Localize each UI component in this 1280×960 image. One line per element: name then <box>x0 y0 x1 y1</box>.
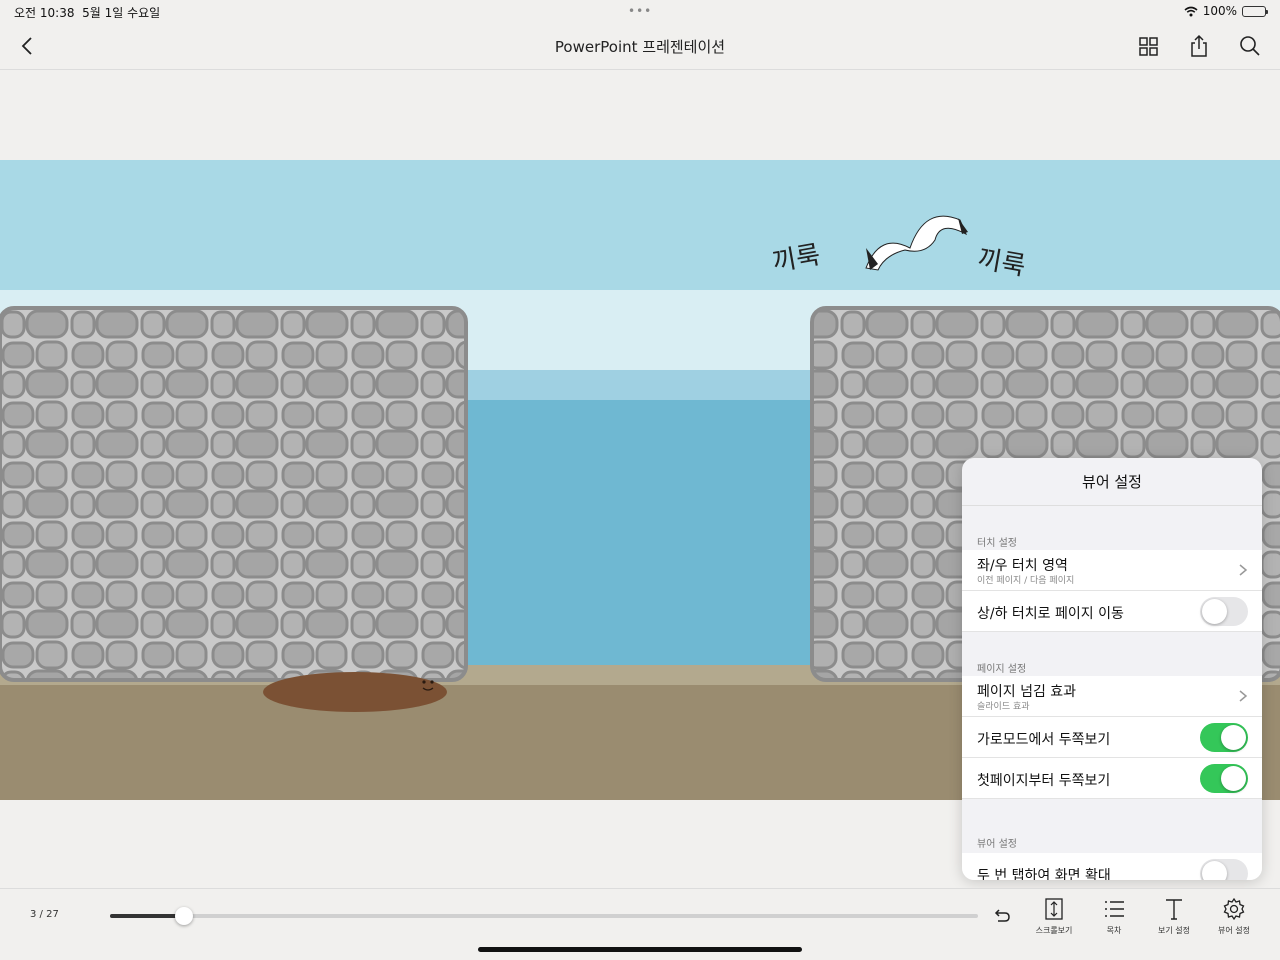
status-bar: 오전 10:38 5월 1일 수요일 ••• 100% <box>0 0 1280 22</box>
row-label: 상/하 터치로 페이지 이동 <box>977 606 1124 622</box>
row-label: 두 번 탭하여 화면 확대 <box>977 868 1111 880</box>
section-header-touch: 터치 설정 <box>977 538 1017 549</box>
row-left-right-touch-area[interactable]: 좌/우 터치 영역 이전 페이지 / 다음 페이지 <box>962 550 1262 591</box>
gear-icon <box>1223 897 1245 921</box>
popover-title: 뷰어 설정 <box>962 458 1262 506</box>
chevron-right-icon <box>1239 690 1248 702</box>
page-slider-track[interactable] <box>110 914 978 918</box>
home-indicator[interactable] <box>478 947 802 952</box>
viewer-settings-popover: 뷰어 설정 터치 설정 좌/우 터치 영역 이전 페이지 / 다음 페이지 상/… <box>962 458 1262 880</box>
nav-bar: PowerPoint 프레젠테이션 <box>0 22 1280 70</box>
tool-label: 뷰어 설정 <box>1218 926 1250 935</box>
text-icon <box>1166 899 1182 920</box>
toggle-first-page-two-page[interactable] <box>1200 764 1248 793</box>
row-updown-touch-page: 상/하 터치로 페이지 이동 <box>962 591 1262 632</box>
section-header-page: 페이지 설정 <box>977 664 1027 675</box>
undo-icon[interactable] <box>990 905 1012 927</box>
tool-viewer-settings[interactable]: 뷰어 설정 <box>1204 897 1264 936</box>
tool-view-settings[interactable]: 보기 설정 <box>1144 897 1204 936</box>
share-icon[interactable] <box>1185 32 1213 60</box>
scroll-view-icon <box>1045 898 1063 920</box>
multitasking-dots[interactable]: ••• <box>628 4 652 18</box>
row-label: 좌/우 터치 영역 <box>977 558 1068 574</box>
toggle-updown-touch[interactable] <box>1200 597 1248 626</box>
row-double-tap-zoom: 두 번 탭하여 화면 확대 <box>962 853 1262 880</box>
chevron-right-icon <box>1239 564 1248 576</box>
document-title: PowerPoint 프레젠테이션 <box>554 38 726 56</box>
row-label: 가로모드에서 두쪽보기 <box>977 732 1111 748</box>
row-first-page-two-page: 첫페이지부터 두쪽보기 <box>962 758 1262 799</box>
tool-scroll-view[interactable]: 스크롤보기 <box>1024 897 1084 936</box>
row-sublabel: 이전 페이지 / 다음 페이지 <box>977 576 1075 586</box>
page-indicator: 3 / 27 <box>30 909 59 920</box>
row-label: 페이지 넘김 효과 <box>977 684 1077 700</box>
toggle-double-tap-zoom[interactable] <box>1200 859 1248 880</box>
bottom-toolbar: 3 / 27 스크롤보기 목차 보기 설정 뷰어 설정 <box>0 888 1280 960</box>
tool-label: 목차 <box>1106 926 1122 935</box>
status-right: 100% <box>1184 4 1268 18</box>
page-slider-fill <box>110 914 184 918</box>
row-sublabel: 슬라이드 효과 <box>977 702 1030 712</box>
row-label: 첫페이지부터 두쪽보기 <box>977 773 1111 789</box>
status-time: 오전 10:38 5월 1일 수요일 <box>14 6 161 20</box>
search-icon[interactable] <box>1236 32 1264 60</box>
tool-toc[interactable]: 목차 <box>1084 897 1144 936</box>
grid-icon[interactable] <box>1135 32 1163 60</box>
tool-label: 보기 설정 <box>1158 926 1190 935</box>
page-slider-thumb[interactable] <box>174 907 193 925</box>
battery-percent: 100% <box>1202 4 1237 18</box>
row-page-turn-effect[interactable]: 페이지 넘김 효과 슬라이드 효과 <box>962 676 1262 717</box>
list-icon <box>1105 901 1124 917</box>
tool-label: 스크롤보기 <box>1035 926 1073 935</box>
battery-icon <box>1242 5 1268 17</box>
toggle-landscape-two-page[interactable] <box>1200 723 1248 752</box>
wifi-icon <box>1184 6 1198 16</box>
row-landscape-two-page: 가로모드에서 두쪽보기 <box>962 717 1262 758</box>
section-header-viewer: 뷰어 설정 <box>977 839 1017 850</box>
